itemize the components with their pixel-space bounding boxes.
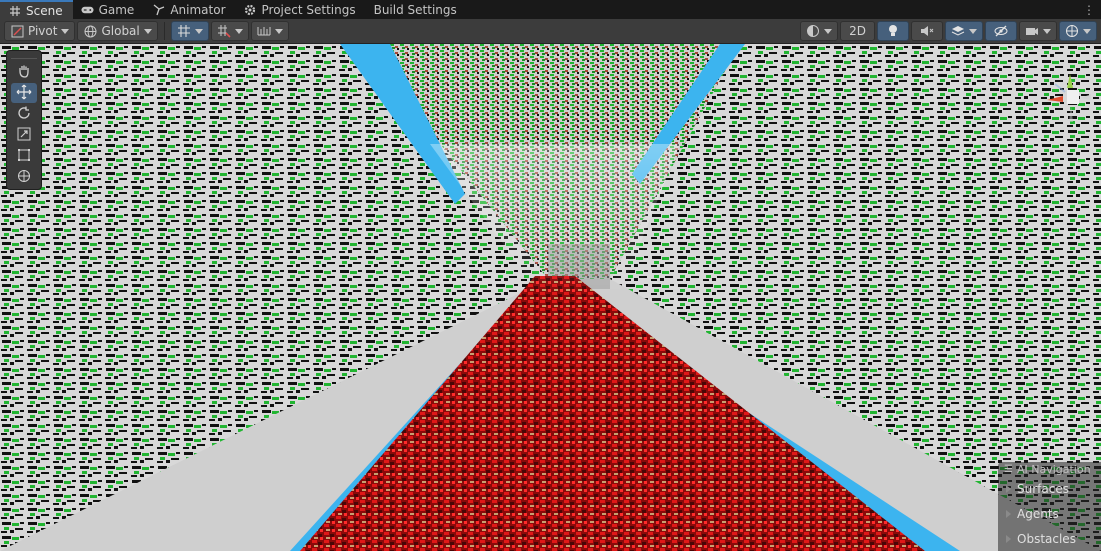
audio-toggle[interactable] — [911, 21, 943, 41]
chevron-down-icon — [234, 28, 243, 34]
tab-build-settings-label: Build Settings — [373, 2, 457, 17]
rect-tool-icon — [17, 148, 31, 165]
scale-icon — [17, 127, 31, 144]
tab-animator[interactable]: Animator — [144, 0, 235, 19]
grid-snap-icon — [177, 24, 191, 38]
tab-game[interactable]: Game — [73, 0, 145, 19]
ai-nav-item-obstacles[interactable]: Obstacles — [1004, 526, 1101, 551]
grid-visibility-toggle[interactable] — [250, 21, 289, 41]
gear-icon — [244, 3, 257, 16]
expand-arrow-icon — [1006, 509, 1011, 518]
hidden-objects-toggle[interactable] — [985, 21, 1017, 41]
transform-icon — [17, 169, 31, 186]
kebab-menu-icon[interactable]: ⋮ — [1083, 3, 1095, 17]
tab-project-settings[interactable]: Project Settings — [236, 0, 366, 19]
speaker-muted-icon — [920, 24, 934, 38]
global-dropdown[interactable]: Global — [77, 21, 158, 41]
layers-effects-icon — [951, 24, 965, 38]
ai-nav-item-label: Surfaces — [1017, 481, 1069, 496]
editor-tab-bar: Scene Game Animator Project Settings Bui… — [0, 0, 1101, 19]
chevron-down-icon — [143, 28, 152, 34]
rotate-icon — [17, 106, 31, 123]
transform-tools-palette — [6, 50, 42, 190]
lightbulb-icon — [886, 24, 900, 38]
ai-nav-item-label: Agents — [1017, 506, 1059, 521]
chevron-down-icon — [824, 28, 833, 34]
gizmos-dropdown[interactable] — [1059, 21, 1097, 41]
rect-tool[interactable] — [11, 146, 37, 166]
corridor-render — [0, 44, 1101, 551]
expand-arrow-icon — [1006, 534, 1011, 543]
eye-slash-icon — [994, 24, 1008, 38]
global-label: Global — [101, 24, 140, 38]
ai-navigation-overlay: ☰ AI Navigation Surfaces Agents Obstacle… — [998, 462, 1101, 551]
tab-game-label: Game — [98, 2, 135, 17]
draw-mode-dropdown[interactable] — [800, 21, 839, 41]
pivot-dropdown[interactable]: Pivot — [4, 21, 76, 41]
ruler-icon — [257, 24, 271, 38]
tab-scene-label: Scene — [26, 3, 63, 18]
toggle-2d-button[interactable]: 2D — [840, 21, 875, 41]
ai-navigation-header[interactable]: ☰ AI Navigation — [1004, 462, 1101, 476]
grid-icon — [8, 4, 21, 17]
axis-gizmo-icon — [1047, 74, 1091, 122]
chevron-down-icon — [194, 28, 203, 34]
transform-tool[interactable] — [11, 167, 37, 187]
tab-scene[interactable]: Scene — [0, 0, 73, 19]
ai-nav-item-label: Obstacles — [1017, 531, 1076, 546]
ai-nav-item-surfaces[interactable]: Surfaces — [1004, 476, 1101, 501]
scale-tool[interactable] — [11, 125, 37, 145]
tab-bar-menu[interactable]: ⋮ — [1083, 0, 1101, 19]
pivot-icon — [10, 24, 24, 38]
chevron-down-icon — [61, 28, 70, 34]
move-icon — [16, 84, 32, 103]
tab-project-settings-label: Project Settings — [261, 2, 356, 17]
gizmos-icon — [1065, 24, 1079, 38]
orientation-gizmo[interactable] — [1025, 52, 1095, 152]
expand-arrow-icon — [1006, 484, 1011, 493]
scene-viewport[interactable]: ☰ AI Navigation Surfaces Agents Obstacle… — [0, 44, 1101, 551]
chevron-down-icon — [969, 28, 977, 34]
lighting-toggle[interactable] — [877, 21, 909, 41]
scene-toolbar: Pivot Global 2D — [0, 19, 1101, 44]
hand-tool[interactable] — [11, 62, 37, 82]
increment-snap-toggle[interactable] — [210, 21, 249, 41]
menu-lines-icon: ☰ — [1004, 463, 1013, 475]
palette-drag-handle[interactable] — [11, 53, 37, 59]
camera-icon — [1025, 24, 1039, 38]
toggle-2d-label: 2D — [849, 24, 866, 38]
chevron-down-icon — [1083, 28, 1091, 34]
chevron-down-icon — [1043, 28, 1051, 34]
move-tool[interactable] — [11, 83, 37, 103]
grid-snapping-toggle[interactable] — [170, 21, 209, 41]
chevron-down-icon — [274, 28, 283, 34]
hand-icon — [17, 64, 31, 81]
ai-nav-item-agents[interactable]: Agents — [1004, 501, 1101, 526]
rotate-tool[interactable] — [11, 104, 37, 124]
effects-dropdown[interactable] — [945, 21, 983, 41]
tab-animator-label: Animator — [170, 2, 226, 17]
snap-increment-icon — [217, 24, 231, 38]
globe-icon — [83, 24, 97, 38]
camera-settings-dropdown[interactable] — [1019, 21, 1057, 41]
ai-navigation-title: AI Navigation — [1016, 462, 1091, 476]
shading-mode-icon — [806, 24, 820, 38]
gamepad-icon — [81, 3, 94, 16]
toolbar-divider — [163, 22, 165, 40]
pivot-label: Pivot — [28, 24, 58, 38]
tab-build-settings[interactable]: Build Settings — [366, 0, 467, 19]
animator-icon — [152, 3, 165, 16]
